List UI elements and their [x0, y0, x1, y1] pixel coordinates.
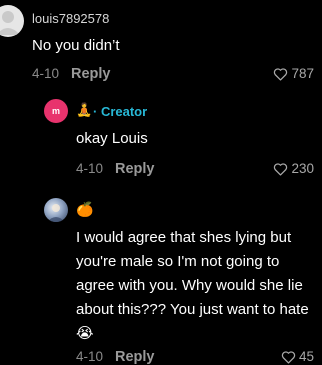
comment-date: 4-10 — [76, 349, 104, 364]
comment-date: 4-10 — [32, 66, 60, 81]
comment-date: 4-10 — [76, 161, 104, 176]
default-user-icon — [0, 11, 20, 35]
like-button[interactable]: 787 — [273, 66, 314, 81]
creator-avatar[interactable]: m — [44, 99, 68, 123]
like-count: 230 — [291, 161, 314, 176]
comment-louis: louis7892578 No you didn’t 4-10 Reply 78… — [0, 0, 322, 90]
reply-button[interactable]: Reply — [115, 349, 155, 365]
comments-screen: { "comments": [ { "username": "louis7892… — [0, 0, 322, 365]
like-count: 45 — [298, 349, 314, 364]
comment-creator-reply: m 🧘 · Creator okay Louis 4-10 Reply 230 — [0, 92, 322, 184]
creator-username-emoji[interactable]: 🧘 — [76, 102, 92, 118]
heart-icon — [281, 350, 296, 364]
avatar[interactable] — [0, 5, 24, 37]
comment-text: okay Louis — [76, 130, 148, 147]
avatar[interactable] — [44, 198, 68, 222]
like-count: 787 — [291, 66, 314, 81]
comment-reply: 🍊 I would agree that shes lying but you'… — [0, 190, 322, 365]
heart-icon — [274, 162, 288, 176]
avatar-letter: m — [51, 106, 60, 116]
reply-button[interactable]: Reply — [115, 161, 155, 177]
comment-text: I would agree that shes lying but you're… — [76, 229, 309, 342]
creator-label: · Creator — [93, 104, 148, 119]
comment-text: No you didn’t — [32, 37, 120, 54]
username-emoji[interactable]: 🍊 — [76, 201, 93, 218]
reply-button[interactable]: Reply — [71, 66, 111, 82]
comment-username[interactable]: louis7892578 — [32, 11, 109, 26]
profile-photo-icon — [47, 204, 65, 222]
heart-icon — [274, 67, 288, 81]
like-button[interactable]: 230 — [273, 161, 314, 176]
like-button[interactable]: 45 — [281, 349, 314, 364]
